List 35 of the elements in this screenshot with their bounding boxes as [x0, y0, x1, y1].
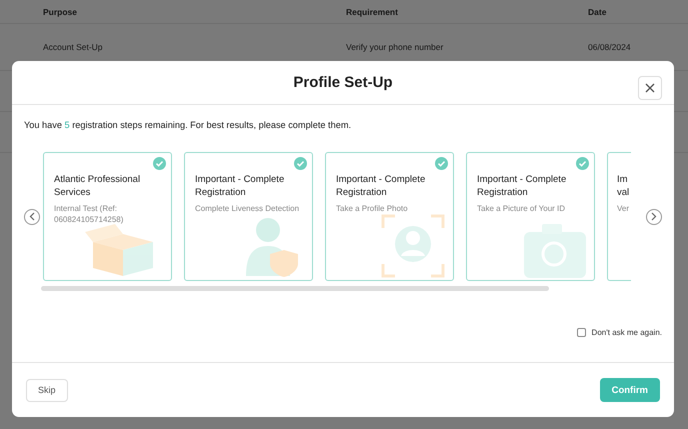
card-description: Internal Test (Ref: 060824105714258)	[54, 203, 124, 225]
chevron-left-icon	[29, 212, 35, 221]
close-icon	[645, 83, 655, 93]
next-button[interactable]	[646, 208, 662, 224]
checkbox[interactable]	[576, 328, 586, 337]
column-header: Date	[588, 6, 606, 16]
checkbox-label: Don't ask me again.	[592, 328, 662, 337]
step-card[interactable]: Im val Ver	[607, 152, 631, 281]
camera-illustration	[522, 222, 586, 278]
horizontal-scrollbar[interactable]	[41, 286, 549, 291]
card-description: Take a Profile Photo	[336, 203, 409, 214]
chevron-right-icon	[651, 212, 657, 221]
table-cell-text: Verify your phone number	[346, 42, 444, 52]
card-description: Take a Picture of Your ID	[477, 203, 566, 214]
card-title: Important - Complete Registration	[195, 173, 286, 199]
card-description: Complete Liveness Detection	[195, 203, 300, 214]
dialog-title: Profile Set-Up	[293, 74, 393, 91]
step-card[interactable]: Important - Complete Registration Complete Liveness Detection	[184, 152, 313, 281]
step-card[interactable]: Important - Complete Registration Take a Profile Photo	[325, 152, 454, 281]
skip-button[interactable]: Skip	[26, 378, 68, 402]
steps-remaining-message: You have 5 registration steps remaining. For best results, please complete them.	[24, 120, 352, 130]
column-header: Purpose	[43, 6, 78, 16]
profile-frame-illustration	[381, 214, 445, 278]
card-description: Ver	[617, 203, 630, 214]
step-card[interactable]: Important - Complete Registration Take a Picture of Your ID	[466, 152, 595, 281]
card-title: Important - Complete Registration	[477, 173, 568, 199]
previous-button[interactable]	[24, 208, 40, 224]
table-cell: 06/08/2024	[588, 42, 631, 52]
close-button[interactable]	[638, 76, 662, 100]
card-title: Im val	[617, 173, 630, 199]
card-title: Atlantic Professional Services	[54, 173, 142, 199]
table-cell-text: Account Set-Up	[43, 42, 104, 52]
step-card[interactable]: Atlantic Professional Services Internal Test (Ref: 060824105714258)	[43, 152, 172, 281]
card-title: Important - Complete Registration	[336, 173, 426, 199]
column-header: Requirement	[346, 6, 399, 16]
